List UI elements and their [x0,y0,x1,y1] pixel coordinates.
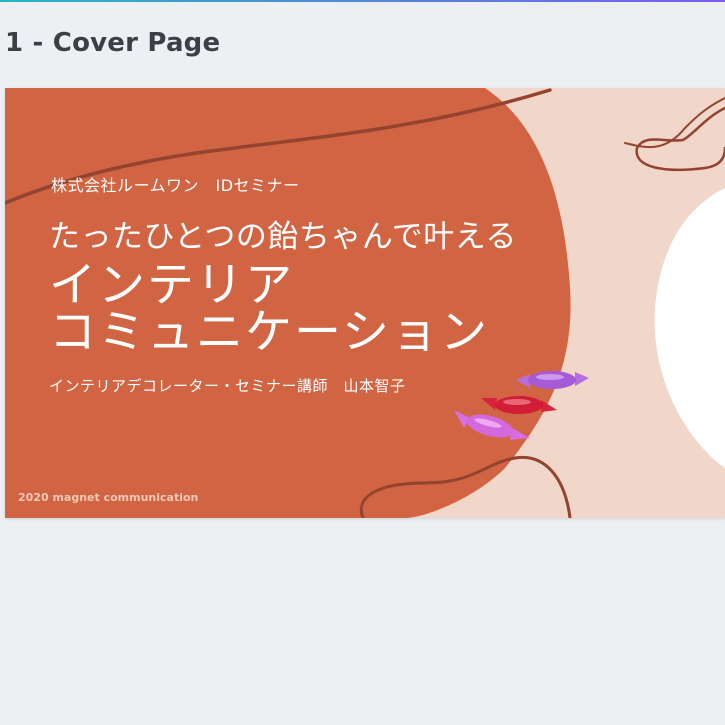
company-seminar-line: 株式会社ルームワン IDセミナー [51,176,300,195]
slide-footer: 2020 magnet communication [18,491,199,504]
page-title: 1 - Cover Page [5,28,221,58]
slide-title-line2: コミュニケーション [49,305,490,360]
candy-pink-icon [454,410,530,440]
presenter-line: インテリアデコレーター・セミナー講師 山本智子 [49,377,406,395]
slide-cover-page[interactable]: 株式会社ルームワン IDセミナー たったひとつの飴ちゃんで叶える インテリア コ… [5,88,725,518]
top-accent-bar [0,0,725,2]
